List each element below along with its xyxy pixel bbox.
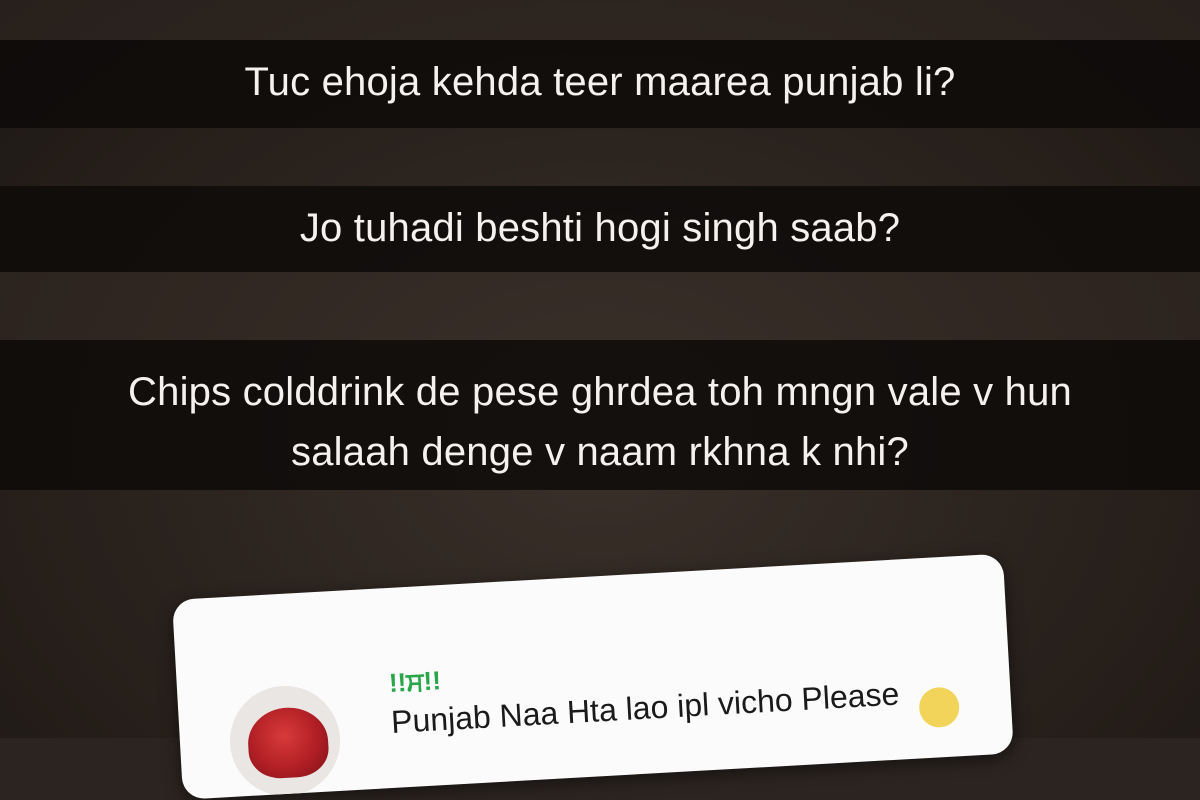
caption-bar-1: Tuc ehoja kehda teer maarea punjab li? [0,40,1200,128]
emoji-icon [918,686,961,729]
background-stripe [0,0,1200,40]
comment-username[interactable]: !!ਸ!! [388,665,442,700]
background-stripe [0,272,1200,340]
caption-text-2: Jo tuhadi beshti hogi singh saab? [299,206,901,250]
turban-avatar-icon [246,705,331,780]
caption-text-3b: salaah denge v naam rkhna k nhi? [291,430,909,474]
caption-bar-3: Chips colddrink de pese ghrdea toh mngn … [0,340,1200,490]
comment-message: Punjab Naa Hta lao ipl vicho Please [390,675,901,740]
caption-text-1: Tuc ehoja kehda teer maarea punjab li? [244,60,956,104]
caption-text-3a: Chips colddrink de pese ghrdea toh mngn … [128,370,1072,414]
avatar[interactable] [227,682,344,799]
caption-bar-2: Jo tuhadi beshti hogi singh saab? [0,186,1200,272]
